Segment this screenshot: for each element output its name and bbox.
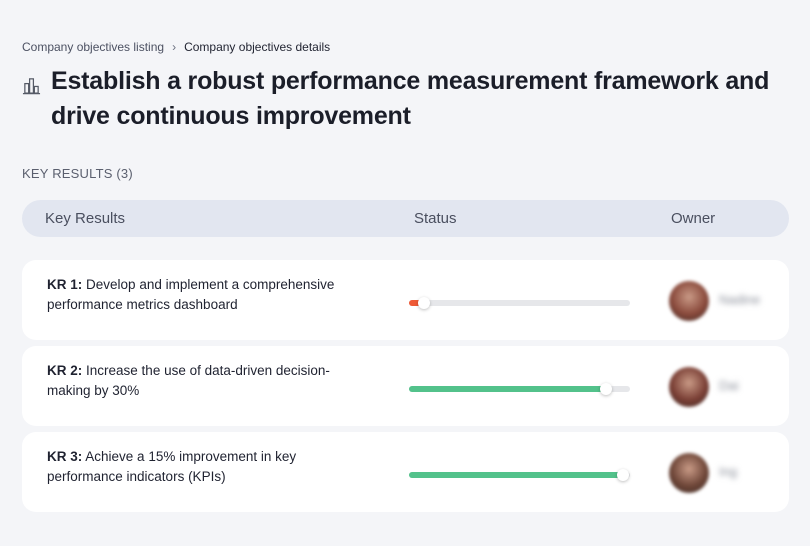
progress-fill bbox=[409, 472, 624, 478]
key-result-code: KR 2: bbox=[47, 363, 83, 378]
owner-name: Nadine bbox=[719, 292, 761, 307]
key-result-row[interactable]: KR 2: Increase the use of data-driven de… bbox=[22, 346, 789, 426]
progress-fill bbox=[409, 386, 606, 392]
objective-header: Establish a robust performance measureme… bbox=[22, 64, 792, 134]
building-chart-icon bbox=[22, 78, 41, 95]
progress-knob bbox=[418, 297, 431, 309]
owner-name: Dai bbox=[719, 378, 739, 393]
status-progress-bar bbox=[409, 297, 630, 309]
breadcrumb: Company objectives listing › Company obj… bbox=[22, 40, 330, 54]
column-header-owner: Owner bbox=[671, 210, 716, 227]
key-result-description: KR 3: Achieve a 15% improvement in key p… bbox=[47, 447, 357, 487]
key-result-text: Develop and implement a comprehensive pe… bbox=[47, 277, 335, 312]
key-result-row[interactable]: KR 1: Develop and implement a comprehens… bbox=[22, 260, 789, 340]
avatar bbox=[669, 281, 709, 321]
key-result-row[interactable]: KR 3: Achieve a 15% improvement in key p… bbox=[22, 432, 789, 512]
status-progress-bar bbox=[409, 383, 630, 395]
key-results-count-label: KEY RESULTS (3) bbox=[22, 166, 133, 181]
breadcrumb-current: Company objectives details bbox=[184, 40, 331, 54]
column-header-key-results: Key Results bbox=[45, 210, 126, 227]
breadcrumb-link-objectives-listing[interactable]: Company objectives listing bbox=[22, 40, 164, 54]
key-result-description: KR 2: Increase the use of data-driven de… bbox=[47, 361, 357, 401]
owner-name: Ing bbox=[719, 464, 738, 479]
column-header-status: Status bbox=[414, 210, 457, 227]
avatar bbox=[669, 453, 709, 493]
progress-knob bbox=[599, 383, 612, 395]
key-result-code: KR 3: bbox=[47, 449, 83, 464]
key-result-code: KR 1: bbox=[47, 277, 83, 292]
page-title: Establish a robust performance measureme… bbox=[51, 67, 770, 130]
status-progress-bar bbox=[409, 469, 630, 481]
key-result-description: KR 1: Develop and implement a comprehens… bbox=[47, 275, 357, 315]
key-results-table-header: Key Results Status Owner bbox=[22, 200, 789, 237]
avatar bbox=[669, 367, 709, 407]
key-result-text: Achieve a 15% improvement in key perform… bbox=[47, 449, 297, 484]
progress-knob bbox=[617, 469, 630, 481]
chevron-right-icon: › bbox=[172, 40, 177, 54]
key-result-text: Increase the use of data-driven decision… bbox=[47, 363, 330, 398]
